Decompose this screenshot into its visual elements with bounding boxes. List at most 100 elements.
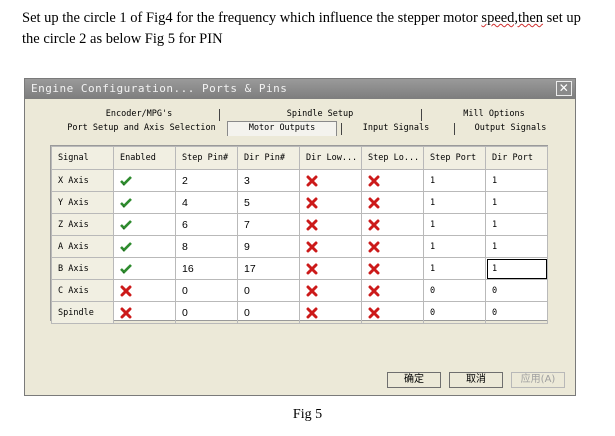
red-x-icon: [306, 307, 318, 319]
ok-button[interactable]: 确定: [387, 372, 441, 388]
tab-input-signals[interactable]: Input Signals: [341, 122, 451, 135]
intro-text: Set up the circle 1 of Fig4 for the freq…: [22, 8, 592, 50]
figure-caption: Fig 5: [292, 407, 323, 422]
dir-low-active-cell[interactable]: [299, 301, 362, 324]
dir-port-cell[interactable]: 1: [485, 213, 548, 236]
dir-pin-cell[interactable]: 3: [237, 169, 300, 192]
green-check-icon: [120, 263, 132, 274]
red-x-icon: [306, 219, 318, 231]
red-x-icon: [368, 219, 380, 231]
red-x-icon: [368, 175, 380, 187]
step-low-active-cell[interactable]: [361, 257, 424, 280]
step-pin-cell[interactable]: 0: [175, 279, 238, 302]
intro-line1-start: Set up the circle 1 of Fig4 for the freq…: [22, 10, 482, 26]
tab-row-2: Port Setup and Axis Selection Motor Outp…: [59, 121, 567, 136]
step-pin-cell[interactable]: 0: [175, 301, 238, 324]
dir-low-active-cell[interactable]: [299, 191, 362, 214]
step-pin-cell[interactable]: 6: [175, 213, 238, 236]
step-low-active-cell[interactable]: [361, 213, 424, 236]
enabled-cell[interactable]: [113, 257, 176, 280]
close-icon: ✕: [558, 81, 570, 95]
motor-outputs-table: Signal Enabled Step Pin# Dir Pin# Dir Lo…: [51, 146, 548, 324]
dialog-title: Engine Configuration... Ports & Pins: [31, 82, 288, 95]
step-pin-cell[interactable]: 16: [175, 257, 238, 280]
step-low-active-cell[interactable]: [361, 279, 424, 302]
dir-port-cell[interactable]: 0: [485, 279, 548, 302]
cancel-button[interactable]: 取消: [449, 372, 503, 388]
col-header-step-pin[interactable]: Step Pin#: [175, 146, 238, 170]
dir-port-cell[interactable]: 0: [485, 301, 548, 324]
signal-name-cell[interactable]: Spindle: [51, 301, 114, 324]
enabled-cell[interactable]: [113, 213, 176, 236]
step-low-active-cell[interactable]: [361, 301, 424, 324]
dialog-titlebar[interactable]: Engine Configuration... Ports & Pins ✕: [25, 79, 575, 99]
dir-port-cell[interactable]: 1: [485, 191, 548, 214]
table-header-row: Signal Enabled Step Pin# Dir Pin# Dir Lo…: [51, 146, 548, 170]
signal-name-cell[interactable]: Y Axis: [51, 191, 114, 214]
intro-line1-end: set up: [543, 10, 581, 26]
tab-port-setup[interactable]: Port Setup and Axis Selection: [59, 122, 224, 135]
col-header-dir-port[interactable]: Dir Port: [485, 146, 548, 170]
col-header-signal[interactable]: Signal: [51, 146, 114, 170]
col-header-enabled[interactable]: Enabled: [113, 146, 176, 170]
tab-motor-outputs[interactable]: Motor Outputs: [227, 121, 337, 136]
dir-low-active-cell[interactable]: [299, 235, 362, 258]
dir-low-active-cell[interactable]: [299, 213, 362, 236]
signal-name-cell[interactable]: C Axis: [51, 279, 114, 302]
dir-pin-cell[interactable]: 9: [237, 235, 300, 258]
enabled-cell[interactable]: [113, 279, 176, 302]
step-port-cell[interactable]: 1: [423, 213, 486, 236]
dir-port-cell[interactable]: 1: [485, 257, 548, 280]
dir-port-cell[interactable]: 1: [485, 235, 548, 258]
signal-name-cell[interactable]: X Axis: [51, 169, 114, 192]
close-button[interactable]: ✕: [556, 81, 572, 96]
dir-pin-cell[interactable]: 0: [237, 279, 300, 302]
green-check-icon: [120, 175, 132, 186]
step-port-cell[interactable]: 0: [423, 279, 486, 302]
col-header-dir-low[interactable]: Dir Low...: [299, 146, 362, 170]
step-port-cell[interactable]: 1: [423, 169, 486, 192]
enabled-cell[interactable]: [113, 235, 176, 258]
enabled-cell[interactable]: [113, 169, 176, 192]
apply-button[interactable]: 应用(A): [511, 372, 565, 388]
step-port-cell[interactable]: 1: [423, 191, 486, 214]
signal-name-cell[interactable]: A Axis: [51, 235, 114, 258]
intro-spellcheck-word: speed,then: [481, 10, 544, 26]
table-row: B Axis 16 17 1 1: [51, 257, 548, 280]
col-header-step-low[interactable]: Step Lo...: [361, 146, 424, 170]
step-low-active-cell[interactable]: [361, 191, 424, 214]
red-x-icon: [306, 263, 318, 275]
tab-spindle-setup[interactable]: Spindle Setup: [219, 108, 421, 121]
red-x-icon: [306, 285, 318, 297]
table-row: Spindle 0 0 0 0: [51, 301, 548, 324]
step-low-active-cell[interactable]: [361, 169, 424, 192]
red-x-icon: [368, 285, 380, 297]
dir-low-active-cell[interactable]: [299, 257, 362, 280]
signal-name-cell[interactable]: B Axis: [51, 257, 114, 280]
green-check-icon: [120, 219, 132, 230]
step-pin-cell[interactable]: 4: [175, 191, 238, 214]
tab-mill-options[interactable]: Mill Options: [421, 108, 567, 121]
dir-pin-cell[interactable]: 7: [237, 213, 300, 236]
col-header-step-port[interactable]: Step Port: [423, 146, 486, 170]
step-pin-cell[interactable]: 8: [175, 235, 238, 258]
dir-low-active-cell[interactable]: [299, 169, 362, 192]
step-port-cell[interactable]: 1: [423, 235, 486, 258]
enabled-cell[interactable]: [113, 191, 176, 214]
signal-name-cell[interactable]: Z Axis: [51, 213, 114, 236]
dir-pin-cell[interactable]: 5: [237, 191, 300, 214]
tab-output-signals[interactable]: Output Signals: [454, 122, 567, 135]
step-pin-cell[interactable]: 2: [175, 169, 238, 192]
table-row: Z Axis 6 7 1 1: [51, 213, 548, 236]
dir-low-active-cell[interactable]: [299, 279, 362, 302]
step-port-cell[interactable]: 0: [423, 301, 486, 324]
enabled-cell[interactable]: [113, 301, 176, 324]
col-header-dir-pin[interactable]: Dir Pin#: [237, 146, 300, 170]
motor-outputs-grid: Signal Enabled Step Pin# Dir Pin# Dir Lo…: [50, 145, 548, 324]
dir-port-cell[interactable]: 1: [485, 169, 548, 192]
dir-pin-cell[interactable]: 17: [237, 257, 300, 280]
dir-pin-cell[interactable]: 0: [237, 301, 300, 324]
step-port-cell[interactable]: 1: [423, 257, 486, 280]
step-low-active-cell[interactable]: [361, 235, 424, 258]
tab-encoder-mpg[interactable]: Encoder/MPG's: [59, 108, 219, 121]
